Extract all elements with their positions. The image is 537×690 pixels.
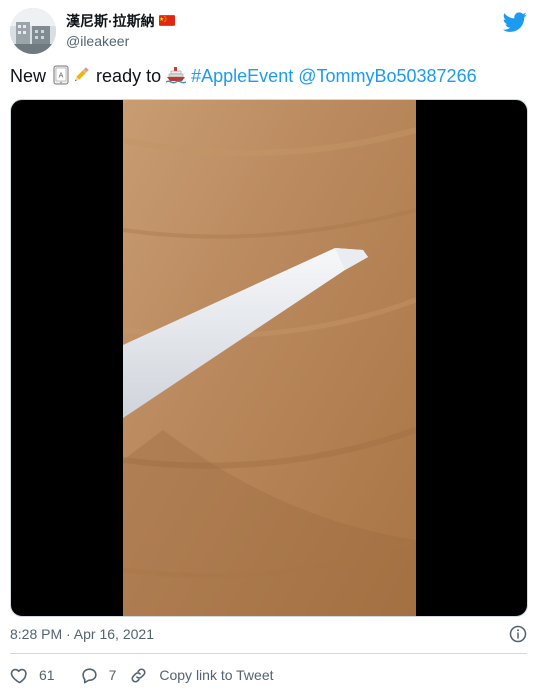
avatar[interactable]	[10, 8, 56, 54]
author-info[interactable]: 漢尼斯·拉斯納 @ileakeer	[66, 12, 175, 50]
tweet-actions: 61 7 Copy link to Tweet	[10, 664, 274, 686]
copy-link-button[interactable]: Copy link to Tweet	[129, 666, 274, 685]
tweet-timestamp[interactable]: 8:28 PM · Apr 16, 2021	[10, 626, 154, 642]
heart-icon	[10, 668, 27, 683]
link-icon	[131, 667, 146, 683]
reply-count: 7	[108, 667, 117, 683]
tweet-card: 漢尼斯·拉斯納 @ileakeer New A ready to #AppleE…	[0, 0, 537, 690]
tweet-text-new: New	[10, 66, 47, 86]
ship-emoji-icon	[166, 67, 187, 84]
svg-text:A: A	[59, 72, 64, 80]
video-frame[interactable]	[123, 100, 416, 617]
ipad-emoji-icon: A	[53, 65, 69, 85]
china-flag-icon	[158, 14, 175, 26]
pencil-emoji-icon	[75, 67, 89, 82]
reply-button[interactable]: 7	[80, 666, 117, 685]
twitter-bird-icon[interactable]	[503, 10, 527, 34]
like-count: 61	[39, 667, 55, 683]
reply-bubble-icon	[81, 667, 97, 683]
video-player[interactable]	[10, 99, 528, 617]
display-name-text[interactable]: 漢尼斯·拉斯納	[66, 12, 155, 30]
tweet-header: 漢尼斯·拉斯納 @ileakeer	[10, 8, 527, 54]
copy-link-label: Copy link to Tweet	[159, 667, 274, 683]
display-name[interactable]: 漢尼斯·拉斯納	[66, 12, 175, 30]
mention-link[interactable]: @TommyBo50387266	[298, 66, 476, 86]
like-button[interactable]: 61	[10, 666, 55, 685]
info-icon[interactable]	[509, 625, 527, 643]
tweet-text-ready: ready to	[96, 66, 162, 86]
hashtag-link[interactable]: #AppleEvent	[191, 66, 293, 86]
tweet-text: New A ready to #AppleEvent @TommyBo50387…	[10, 64, 527, 88]
divider	[10, 653, 527, 654]
tweet-meta: 8:28 PM · Apr 16, 2021	[10, 624, 527, 644]
user-handle[interactable]: @ileakeer	[66, 32, 175, 50]
